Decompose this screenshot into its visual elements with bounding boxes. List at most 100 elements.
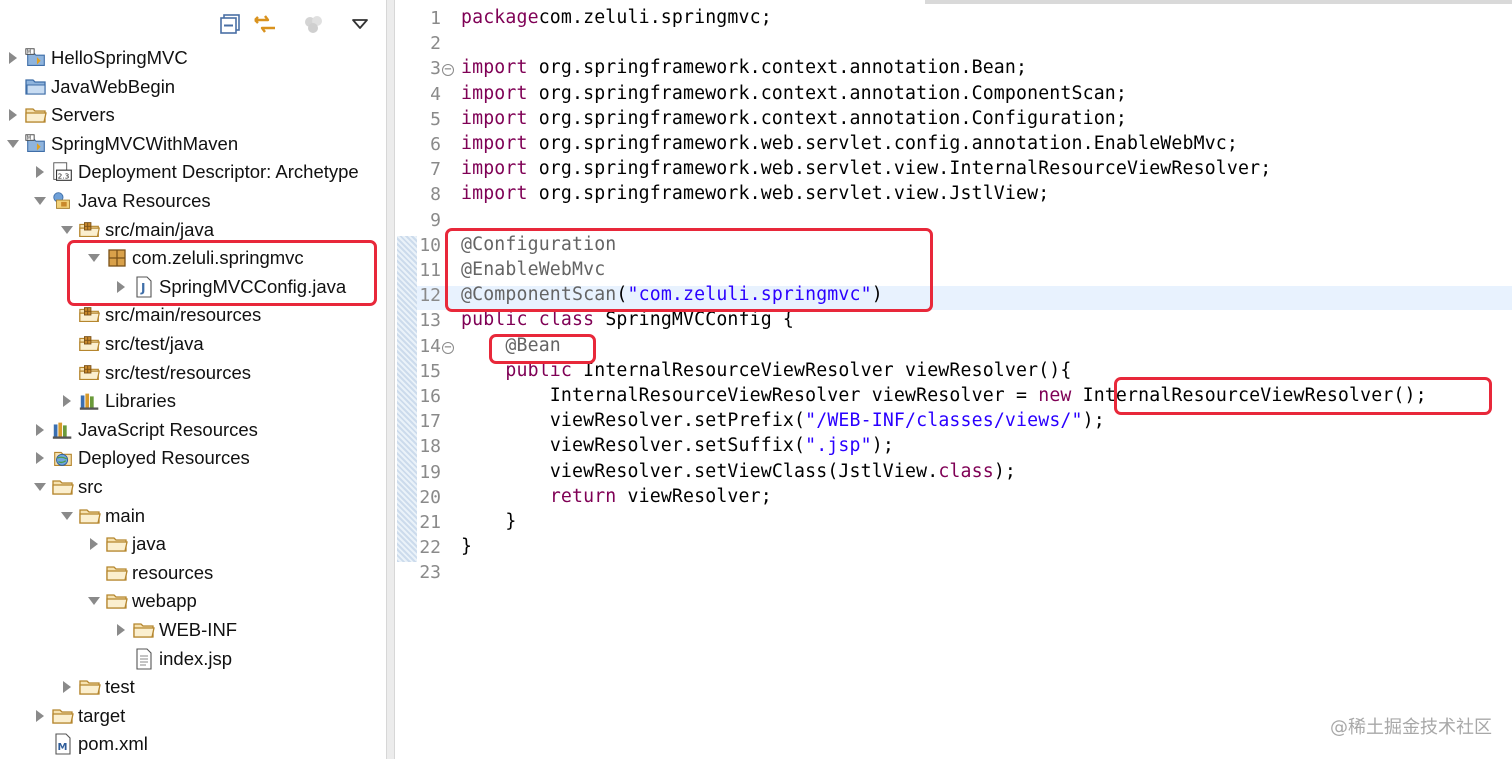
code-token: );	[1082, 410, 1105, 432]
line-number: 6	[430, 134, 441, 155]
code-line[interactable]: viewResolver.setViewClass(JstlView.class…	[461, 461, 1016, 482]
collapse-arrow-icon[interactable]	[33, 194, 47, 208]
source-folder-icon	[78, 333, 102, 355]
tree-item[interactable]: resources	[87, 559, 213, 587]
code-line[interactable]: import org.springframework.context.annot…	[461, 83, 1127, 104]
svg-text:M: M	[27, 135, 31, 141]
code-line[interactable]: viewResolver.setPrefix("/WEB-INF/classes…	[461, 410, 1105, 431]
tree-item[interactable]: src/test/java	[60, 330, 204, 358]
tree-item-label: pom.xml	[78, 733, 148, 755]
project-folder-icon	[24, 76, 48, 98]
expand-arrow-icon[interactable]	[33, 165, 47, 179]
tree-item[interactable]: Java Resources	[33, 187, 211, 215]
collapse-arrow-icon[interactable]	[33, 480, 47, 494]
line-number: 12	[419, 285, 441, 307]
highlight-constructor-call	[1114, 377, 1492, 415]
tree-item[interactable]: Deployed Resources	[33, 444, 250, 472]
line-number: 8	[430, 184, 441, 206]
expand-arrow-icon[interactable]	[33, 709, 47, 723]
expand-arrow-icon[interactable]	[60, 394, 74, 408]
tree-item[interactable]: JavaWebBegin	[6, 73, 175, 101]
watermark: @稀土掘金技术社区	[1330, 717, 1492, 738]
folder-icon	[51, 476, 75, 498]
link-with-editor-icon[interactable]	[251, 10, 279, 38]
tree-item[interactable]: 2.3 Deployment Descriptor: Archetype	[33, 158, 359, 186]
code-token: public	[461, 309, 528, 331]
highlight-bean-annotation	[489, 334, 596, 364]
line-number: 17	[419, 411, 441, 433]
code-token: import	[461, 158, 528, 180]
code-line[interactable]: import org.springframework.context.annot…	[461, 108, 1127, 129]
svg-text:M: M	[27, 50, 31, 56]
tree-item[interactable]: java	[87, 530, 166, 558]
tree-item[interactable]: Mpom.xml	[33, 730, 148, 758]
code-line[interactable]: return viewResolver;	[461, 486, 772, 507]
fold-toggle-icon[interactable]: −	[442, 341, 454, 354]
folder-icon	[24, 104, 48, 126]
tree-item[interactable]: M HelloSpringMVC	[6, 44, 188, 72]
tree-item[interactable]: JavaScript Resources	[33, 416, 258, 444]
code-token: import	[461, 183, 528, 205]
expand-arrow-icon[interactable]	[6, 51, 20, 65]
tree-item[interactable]: src	[33, 473, 103, 501]
line-number: 2	[430, 33, 441, 55]
code-token: class	[938, 460, 994, 482]
tree-item[interactable]: target	[33, 702, 125, 730]
tree-item[interactable]: WEB-INF	[114, 616, 237, 644]
code-token: org.springframework.context.annotation.C…	[527, 107, 1127, 129]
tree-item-label: src/test/java	[105, 333, 204, 354]
libraries-icon	[51, 419, 75, 441]
code-token: org.springframework.context.annotation.C…	[527, 82, 1127, 104]
tree-item[interactable]: webapp	[87, 587, 197, 615]
view-sash[interactable]	[386, 0, 395, 759]
filters-icon[interactable]	[300, 10, 328, 38]
expand-arrow-icon[interactable]	[33, 451, 47, 465]
collapse-arrow-icon[interactable]	[6, 137, 20, 151]
tree-item[interactable]: M SpringMVCWithMaven	[6, 130, 238, 158]
code-line[interactable]: import org.springframework.context.annot…	[461, 57, 1027, 78]
collapse-arrow-icon[interactable]	[60, 223, 74, 237]
collapse-arrow-icon[interactable]	[60, 509, 74, 523]
deployment-descriptor-icon: 2.3	[51, 161, 75, 183]
tree-item-label: Deployed Resources	[78, 447, 250, 469]
tree-item[interactable]: test	[60, 673, 135, 701]
deployed-resources-icon	[51, 447, 75, 469]
code-token: viewResolver	[871, 385, 1005, 406]
editor-top-border	[925, 0, 1512, 4]
expand-arrow-icon[interactable]	[114, 623, 128, 637]
code-line[interactable]: import org.springframework.web.servlet.v…	[461, 183, 1049, 204]
expand-arrow-icon[interactable]	[87, 537, 101, 551]
code-token: .setSuffix(	[683, 435, 806, 457]
tree-item[interactable]: index.jsp	[114, 645, 232, 673]
fold-toggle-icon[interactable]: −	[442, 64, 454, 77]
line-number: 11	[419, 260, 441, 281]
code-token: org.springframework.web.servlet.view.Int…	[527, 158, 1272, 180]
tree-item[interactable]: Servers	[6, 101, 115, 129]
expand-arrow-icon[interactable]	[33, 423, 47, 437]
expand-arrow-icon[interactable]	[6, 108, 20, 122]
view-menu-icon[interactable]	[346, 10, 374, 38]
collapse-all-icon[interactable]	[216, 10, 244, 38]
tree-item-label: resources	[132, 561, 214, 583]
code-line[interactable]: viewResolver.setSuffix(".jsp");	[461, 435, 894, 456]
code-line[interactable]: import org.springframework.web.servlet.c…	[461, 133, 1238, 154]
tree-item[interactable]: src/test/resources	[60, 359, 251, 387]
line-number: 14	[419, 335, 441, 357]
code-line[interactable]: }	[461, 536, 472, 557]
web-project-icon: M	[24, 47, 48, 69]
collapse-arrow-icon[interactable]	[87, 594, 101, 608]
folder-icon	[78, 676, 102, 698]
code-token: package	[461, 7, 539, 28]
tree-item[interactable]: Libraries	[60, 387, 176, 415]
code-line[interactable]: import org.springframework.web.servlet.v…	[461, 158, 1271, 179]
tree-item-label: WEB-INF	[159, 619, 238, 640]
expand-arrow-icon[interactable]	[60, 680, 74, 694]
code-line[interactable]: public class SpringMVCConfig {	[461, 309, 794, 330]
code-line[interactable]: packagecom.zeluli.springmvc;	[461, 7, 772, 28]
code-line[interactable]: }	[461, 511, 517, 532]
tree-item[interactable]: main	[60, 502, 145, 530]
folder-icon	[51, 705, 75, 727]
